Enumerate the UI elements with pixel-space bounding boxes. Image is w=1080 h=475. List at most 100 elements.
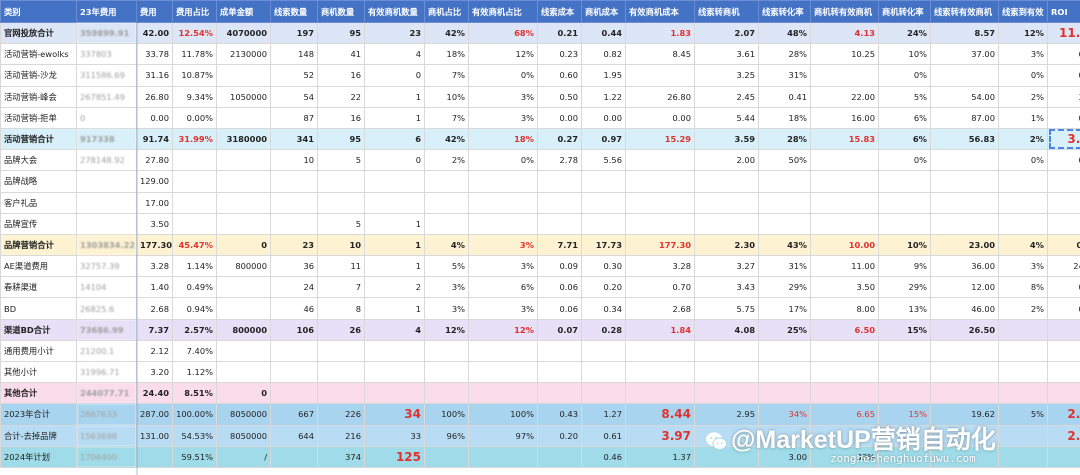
table-cell[interactable]: 26.50 [930,318,999,341]
table-cell[interactable]: 54.00 [930,85,999,108]
row-label[interactable]: 2024年计划 [0,445,77,468]
table-cell[interactable] [625,360,695,384]
table-cell[interactable]: 1.95 [581,64,626,87]
table-cell[interactable]: 13% [878,297,931,320]
table-cell[interactable]: 8.45 [625,43,695,66]
table-cell[interactable]: 26.80 [136,85,173,108]
table-cell[interactable]: 1.22 [581,85,626,108]
table-cell[interactable] [270,360,318,384]
table-cell[interactable] [998,382,1048,405]
table-cell[interactable]: 5.56 [581,149,626,172]
table-cell[interactable] [810,382,879,405]
table-cell[interactable]: 0.43 [537,403,582,426]
table-cell[interactable]: 0.06 [537,297,582,320]
roi-cell[interactable] [1047,360,1080,384]
table-cell[interactable]: 0.34 [581,297,626,320]
row-label[interactable]: 春耕渠道 [0,276,77,299]
table-cell[interactable]: 18% [424,43,469,66]
row-label[interactable]: 品牌宣传 [0,212,77,235]
table-cell[interactable] [625,170,695,193]
table-cell[interactable] [625,64,695,87]
row-label[interactable]: 活动营销-ewolks [0,43,77,66]
table-cell[interactable] [216,106,271,129]
table-cell[interactable] [878,382,931,405]
table-cell[interactable]: 2.30 [694,233,759,257]
table-cell[interactable]: 0.97 [581,127,626,151]
table-cell[interactable] [581,170,626,193]
table-cell[interactable]: 2% [998,297,1048,320]
col-lead-cost[interactable]: 线索成本 [537,0,582,23]
row-label[interactable]: AE渠道费用 [0,255,77,278]
table-cell[interactable]: 6% [878,106,931,129]
table-cell[interactable] [468,170,538,193]
table-cell[interactable]: 0.60 [537,64,582,87]
col-deal-amount[interactable]: 成单金额 [216,0,271,23]
table-cell[interactable]: 59.51% [172,445,217,468]
table-cell[interactable]: 26825.6 [76,297,137,320]
table-cell[interactable]: 1.40 [136,276,173,299]
table-cell[interactable]: 54.53% [172,424,217,447]
table-cell[interactable]: 10% [424,85,469,108]
table-cell[interactable] [424,382,469,405]
table-cell[interactable]: 1.14% [172,255,217,278]
table-cell[interactable] [810,191,879,214]
table-cell[interactable]: 10 [317,233,365,257]
table-cell[interactable]: 10% [878,43,931,66]
table-cell[interactable]: 23 [364,21,425,45]
table-cell[interactable] [270,339,318,363]
table-cell[interactable] [364,170,425,193]
table-cell[interactable] [694,191,759,214]
table-cell[interactable]: 36.00 [930,255,999,278]
table-cell[interactable]: 0% [878,149,931,172]
row-label[interactable]: 渠道BD合计 [0,318,77,341]
row-label[interactable]: 2023年合计 [0,403,77,426]
table-cell[interactable]: 18% [758,106,811,129]
table-cell[interactable]: 9% [878,255,931,278]
table-cell[interactable]: 33.78 [136,43,173,66]
table-cell[interactable]: 1706400 [76,445,137,468]
table-cell[interactable]: 341 [270,127,318,151]
table-cell[interactable]: 95 [317,127,365,151]
table-cell[interactable]: 0.20 [581,276,626,299]
table-cell[interactable]: 6% [878,127,931,151]
table-cell[interactable] [694,339,759,363]
table-cell[interactable] [172,149,217,172]
table-cell[interactable]: 48% [758,21,811,45]
table-cell[interactable] [537,445,582,468]
table-cell[interactable] [172,212,217,235]
table-cell[interactable]: 5% [424,255,469,278]
table-cell[interactable]: 21200.1 [76,339,137,363]
table-cell[interactable]: 3.97 [625,424,695,447]
table-cell[interactable]: 2.45 [694,85,759,108]
table-cell[interactable]: 1 [364,106,425,129]
table-cell[interactable]: 0.20 [537,424,582,447]
table-cell[interactable]: 34 [364,403,425,426]
row-label[interactable]: 品牌营销合计 [0,233,77,257]
table-cell[interactable]: 24% [878,21,931,45]
table-cell[interactable]: 15.83 [810,127,879,151]
table-cell[interactable]: 33 [364,424,425,447]
table-cell[interactable] [216,212,271,235]
table-cell[interactable] [364,191,425,214]
table-cell[interactable]: 2.12 [136,339,173,363]
table-cell[interactable]: 46 [270,297,318,320]
table-cell[interactable]: 129.00 [136,170,173,193]
roi-cell[interactable] [1047,318,1080,341]
table-cell[interactable]: 0.23 [537,43,582,66]
table-cell[interactable]: 2.07 [694,21,759,45]
table-cell[interactable]: 42% [424,127,469,151]
table-cell[interactable] [216,170,271,193]
roi-cell[interactable] [1047,191,1080,214]
table-cell[interactable]: 7 [317,276,365,299]
roi-cell[interactable] [1047,445,1080,468]
table-cell[interactable]: 0% [878,64,931,87]
table-cell[interactable] [424,360,469,384]
table-cell[interactable] [270,191,318,214]
table-cell[interactable] [694,360,759,384]
table-cell[interactable]: 46.00 [930,297,999,320]
roi-cell[interactable]: 3.92 [1047,85,1080,108]
table-cell[interactable]: 0.21 [537,21,582,45]
table-cell[interactable] [537,382,582,405]
col-cost-2023[interactable]: 23年费用 [76,0,137,23]
table-cell[interactable]: 3% [998,43,1048,66]
